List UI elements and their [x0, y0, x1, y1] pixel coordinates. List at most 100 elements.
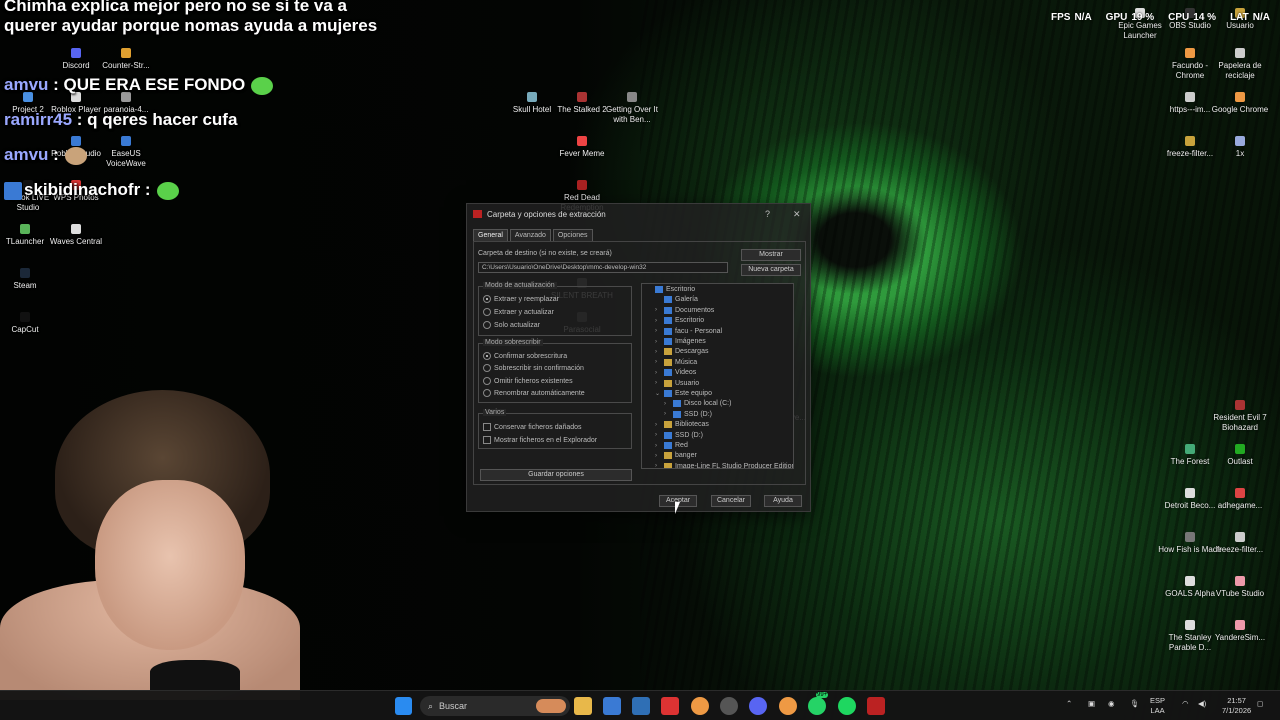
desktop-icon-label: freeze-filter...: [1216, 545, 1264, 554]
tree-item[interactable]: Escritorio: [646, 286, 695, 293]
expand-arrow-icon[interactable]: ›: [655, 349, 661, 355]
desktop-icon[interactable]: 1x: [1208, 136, 1272, 159]
tree-item[interactable]: › SSD (D:): [655, 431, 703, 439]
desktop-icon[interactable]: YandereSim...: [1208, 620, 1272, 643]
tree-item[interactable]: › facu - Personal: [655, 327, 722, 335]
expand-arrow-icon[interactable]: ›: [655, 307, 661, 313]
close-icon[interactable]: ✕: [793, 209, 801, 220]
radio-auto-rename[interactable]: Renombrar automáticamente: [483, 389, 585, 397]
show-button[interactable]: Mostrar: [741, 249, 801, 261]
spotify-icon[interactable]: [838, 697, 856, 715]
radio-icon: [483, 295, 491, 303]
expand-arrow-icon[interactable]: ›: [655, 422, 661, 428]
expand-arrow-icon[interactable]: ›: [655, 443, 661, 449]
tree-item[interactable]: › Documentos: [655, 306, 714, 314]
radio-overwrite-no-confirm[interactable]: Sobrescribir sin confirmación: [483, 364, 584, 372]
help-text-button[interactable]: Ayuda: [764, 495, 802, 507]
tree-item[interactable]: › Red: [655, 442, 688, 449]
tree-item[interactable]: › Videos: [655, 369, 697, 377]
chrome-icon[interactable]: [691, 697, 709, 715]
tree-item[interactable]: › Usuario: [655, 379, 699, 387]
desktop-icon[interactable]: EaseUS VoiceWave: [94, 136, 158, 169]
wps-icon[interactable]: [661, 697, 679, 715]
expand-arrow-icon[interactable]: ›: [655, 370, 661, 376]
desktop-icon[interactable]: adhegame...: [1208, 488, 1272, 511]
desktop-icon[interactable]: CapCut: [0, 312, 57, 335]
desktop-icon[interactable]: VTube Studio: [1208, 576, 1272, 599]
overwrite-mode-group: Modo sobrescribir Confirmar sobrescritur…: [478, 339, 632, 403]
microphone-tray-icon[interactable]: 🎙: [1130, 699, 1140, 709]
tree-item[interactable]: › Escritorio: [655, 317, 704, 325]
desktop-icon[interactable]: Papelera de reciclaje: [1208, 48, 1272, 81]
expand-arrow-icon[interactable]: ›: [655, 463, 661, 468]
folder-tree[interactable]: Escritorio Galería › Documentos › Escritorio ›…: [641, 283, 794, 469]
desktop-icon[interactable]: freeze-filter...: [1208, 532, 1272, 555]
radio-confirm-overwrite[interactable]: Confirmar sobrescritura: [483, 352, 567, 360]
expand-arrow-icon[interactable]: ›: [664, 401, 670, 407]
tree-item[interactable]: ⌄ Este equipo: [655, 390, 712, 397]
winrar-icon[interactable]: [867, 697, 885, 715]
volume-icon[interactable]: ◀): [1198, 699, 1206, 709]
desktop-icon-label: Waves Central: [49, 237, 103, 246]
tray-app-icon[interactable]: ◉: [1108, 699, 1115, 709]
dest-folder-input[interactable]: C:\Users\Usuario\OneDrive\Desktop\mmc-de…: [478, 262, 728, 273]
desktop-icon[interactable]: Resident Evil 7 Biohazard: [1208, 400, 1272, 433]
dialog-titlebar[interactable]: Carpeta y opciones de extracción ? ✕: [467, 204, 810, 224]
tree-item-label: Imágenes: [675, 338, 706, 345]
tree-item[interactable]: Galería: [655, 296, 698, 304]
taskbar-search[interactable]: ⌕ Buscar: [420, 696, 570, 716]
desktop-icon[interactable]: Getting Over It with Ben...: [600, 92, 664, 125]
tray-app-icon[interactable]: ▣: [1088, 699, 1095, 709]
desktop-icon[interactable]: Google Chrome: [1208, 92, 1272, 115]
tree-item[interactable]: › Imágenes: [655, 338, 706, 345]
tree-item[interactable]: › Bibliotecas: [655, 421, 709, 429]
chevron-up-icon[interactable]: ⌃: [1066, 699, 1072, 709]
expand-arrow-icon[interactable]: ›: [655, 359, 661, 365]
expand-arrow-icon[interactable]: ›: [655, 318, 661, 324]
file-explorer-icon[interactable]: [574, 697, 592, 715]
notification-icon[interactable]: ◻: [1257, 699, 1263, 709]
expand-arrow-icon[interactable]: ⌄: [655, 390, 661, 397]
desktop-icon[interactable]: Steam: [0, 268, 57, 291]
radio-skip-existing[interactable]: Omitir ficheros existentes: [483, 377, 573, 385]
wifi-icon[interactable]: ◠: [1182, 699, 1189, 709]
chrome-profile-icon[interactable]: [779, 697, 797, 715]
tree-item-label: Videos: [675, 369, 697, 377]
tree-item[interactable]: › SSD (D:): [664, 410, 712, 418]
app-icon: [1185, 532, 1195, 542]
discord-icon[interactable]: [749, 697, 767, 715]
store-icon[interactable]: [632, 697, 650, 715]
expand-arrow-icon[interactable]: ›: [655, 432, 661, 438]
tree-item[interactable]: › Disco local (C:): [664, 400, 731, 408]
desktop-icon[interactable]: Waves Central: [44, 224, 108, 247]
windows-start-icon[interactable]: [395, 697, 412, 715]
desktop-icon[interactable]: Outlast: [1208, 444, 1272, 467]
desktop-icon[interactable]: Fever Meme: [550, 136, 614, 159]
checkbox-keep-broken[interactable]: Conservar ficheros dañados: [483, 423, 582, 431]
expand-arrow-icon[interactable]: ›: [664, 411, 670, 417]
radio-extract-update[interactable]: Extraer y actualizar: [483, 308, 554, 316]
tree-item[interactable]: › Descargas: [655, 348, 708, 356]
steam-icon[interactable]: [720, 697, 738, 715]
tree-item[interactable]: › Image-Line FL Studio Producer Edition: [655, 462, 793, 468]
copilot-icon[interactable]: [603, 697, 621, 715]
clock[interactable]: 21:57 7/1/2026: [1222, 696, 1251, 716]
expand-arrow-icon[interactable]: ›: [655, 453, 661, 459]
language-indicator[interactable]: ESP LAA: [1150, 696, 1165, 716]
expand-arrow-icon[interactable]: ›: [655, 339, 661, 345]
new-folder-button[interactable]: Nueva carpeta: [741, 264, 801, 276]
whatsapp-icon[interactable]: 99+: [808, 692, 829, 715]
checkbox-show-in-explorer[interactable]: Mostrar ficheros en el Explorador: [483, 436, 597, 444]
save-options-button[interactable]: Guardar opciones: [480, 469, 632, 481]
chat-line: amvu :: [4, 145, 87, 165]
cancel-button[interactable]: Cancelar: [711, 495, 751, 507]
expand-arrow-icon[interactable]: ›: [655, 380, 661, 386]
desktop-icon[interactable]: Counter-Str...: [94, 48, 158, 71]
tree-item[interactable]: › Música: [655, 358, 697, 366]
radio-update-only[interactable]: Solo actualizar: [483, 321, 540, 329]
radio-extract-replace[interactable]: Extraer y reemplazar: [483, 295, 559, 303]
help-button[interactable]: ?: [765, 209, 770, 219]
tree-item[interactable]: › banger: [655, 452, 697, 460]
expand-arrow-icon[interactable]: ›: [655, 328, 661, 334]
chat-username: skibidinachofr: [24, 180, 141, 199]
